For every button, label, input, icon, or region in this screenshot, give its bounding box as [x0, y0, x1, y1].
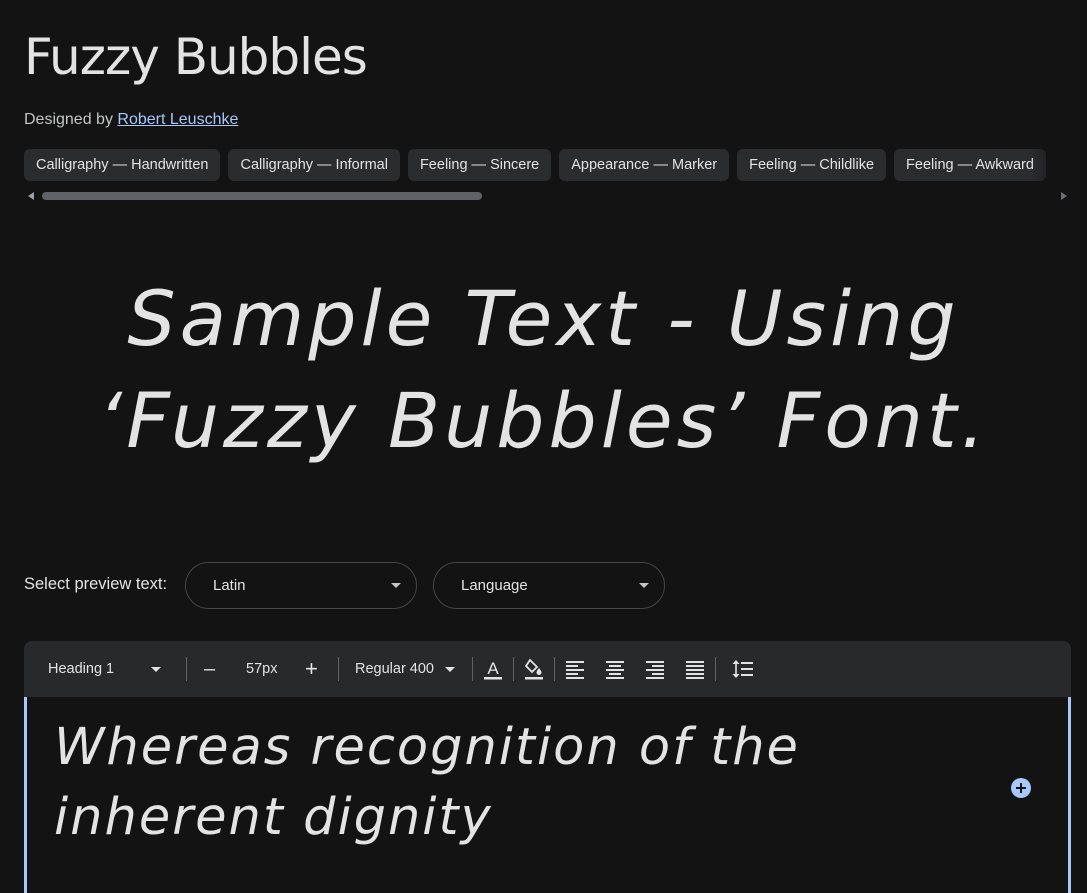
- tag-chip[interactable]: Feeling — Childlike: [737, 149, 887, 181]
- tag-chip[interactable]: Feeling — Awkward: [894, 149, 1046, 181]
- toolbar-divider: [715, 657, 716, 681]
- chevron-down-icon: [639, 583, 649, 588]
- align-center-icon[interactable]: [603, 657, 627, 681]
- style-select-value: Heading 1: [48, 661, 115, 677]
- tag-chip[interactable]: Calligraphy — Informal: [228, 149, 400, 181]
- tag-chip[interactable]: Feeling — Sincere: [407, 149, 552, 181]
- preview-editor[interactable]: Whereas recognition of the inherent dign…: [24, 697, 1071, 893]
- toolbar-divider: [186, 657, 187, 681]
- svg-text:A: A: [487, 659, 499, 678]
- chevron-down-icon: [445, 667, 455, 672]
- language-select-value: Language: [461, 577, 528, 594]
- designer-line: Designed by Robert Leuschke: [24, 111, 238, 129]
- tags-fade: [1031, 149, 1071, 183]
- decrease-size-button[interactable]: –: [204, 641, 215, 697]
- toolbar-divider: [554, 657, 555, 681]
- chevron-down-icon: [151, 667, 161, 672]
- script-select[interactable]: Latin: [185, 562, 417, 609]
- script-select-value: Latin: [213, 577, 246, 594]
- chevron-down-icon: [391, 583, 401, 588]
- plus-icon: +: [305, 656, 318, 681]
- sample-text: Sample Text - Using ‘Fuzzy Bubbles’ Font…: [98, 274, 989, 465]
- fill-color-icon[interactable]: [522, 657, 546, 681]
- preview-text-label: Select preview text:: [24, 575, 168, 593]
- add-circle-icon[interactable]: [1010, 777, 1032, 799]
- page-title: Fuzzy Bubbles: [24, 28, 368, 86]
- scroll-thumb[interactable]: [42, 192, 482, 200]
- language-select[interactable]: Language: [433, 562, 665, 609]
- increase-size-button[interactable]: +: [305, 641, 318, 697]
- justify-icon[interactable]: [683, 657, 707, 681]
- align-right-icon[interactable]: [643, 657, 667, 681]
- scroll-left-icon[interactable]: [28, 192, 34, 200]
- editor-toolbar: Heading 1 – 57px + Regular 400 A: [24, 641, 1071, 697]
- tag-chip[interactable]: Calligraphy — Handwritten: [24, 149, 221, 181]
- editor-text[interactable]: Whereas recognition of the inherent dign…: [54, 713, 914, 853]
- line-spacing-icon[interactable]: [731, 657, 755, 681]
- font-page: Fuzzy Bubbles Designed by Robert Leuschk…: [0, 0, 1087, 893]
- toolbar-divider: [513, 657, 514, 681]
- scroll-right-icon[interactable]: [1061, 192, 1067, 200]
- text-color-icon[interactable]: A: [481, 657, 505, 681]
- align-left-icon[interactable]: [563, 657, 587, 681]
- tag-list: Calligraphy — Handwritten Calligraphy — I…: [24, 149, 1071, 183]
- weight-select-value: Regular 400: [355, 661, 434, 677]
- style-select[interactable]: Heading 1: [48, 641, 166, 697]
- tag-chip[interactable]: Appearance — Marker: [559, 149, 730, 181]
- minus-icon: –: [204, 658, 216, 680]
- tags-scrollbar[interactable]: [24, 190, 1071, 202]
- toolbar-divider: [338, 657, 339, 681]
- designed-by-label: Designed by: [24, 111, 113, 128]
- weight-select[interactable]: Regular 400: [355, 641, 467, 697]
- font-size-value[interactable]: 57px: [246, 641, 277, 697]
- toolbar-divider: [472, 657, 473, 681]
- designer-link[interactable]: Robert Leuschke: [117, 111, 238, 128]
